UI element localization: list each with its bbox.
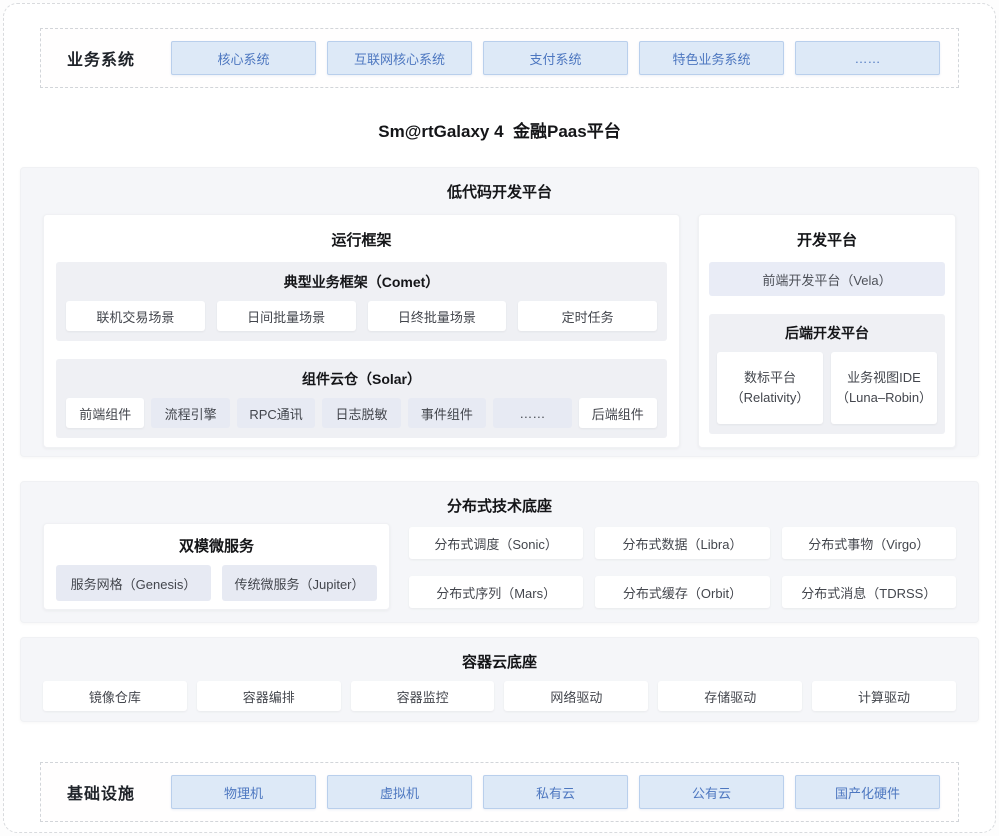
- node-business-view-ide-luna-robin: 业务视图IDE （Luna–Robin）: [831, 352, 937, 424]
- low-code-body: 运行框架 典型业务框架（Comet） 联机交易场景 日间批量场景 日终批量场景 …: [21, 202, 978, 448]
- architecture-diagram: 业务系统 核心系统 互联网核心系统 支付系统 特色业务系统 …… Sm@rtGa…: [3, 3, 996, 833]
- node-event-component: 事件组件: [408, 398, 486, 428]
- infrastructure-items: 物理机 虚拟机 私有云 公有云 国产化硬件: [171, 775, 940, 809]
- dev-platform-title: 开发平台: [699, 215, 955, 262]
- node-distributed-data-libra: 分布式数据（Libra）: [595, 527, 769, 559]
- business-systems-label: 业务系统: [67, 46, 145, 70]
- node-name: 业务视图IDE: [847, 368, 921, 388]
- node-public-cloud: 公有云: [639, 775, 784, 809]
- dual-mode-items: 服务网格（Genesis） 传统微服务（Jupiter）: [44, 565, 389, 601]
- comet-framework-box: 典型业务框架（Comet） 联机交易场景 日间批量场景 日终批量场景 定时任务: [56, 262, 667, 341]
- container-cloud-title: 容器云底座: [21, 638, 978, 672]
- node-image-registry: 镜像仓库: [43, 681, 187, 711]
- distributed-base-title: 分布式技术底座: [21, 482, 978, 516]
- node-backend-component: 后端组件: [579, 398, 657, 428]
- node-rpc-communication: RPC通讯: [237, 398, 315, 428]
- node-solar-ellipsis: ……: [493, 398, 571, 428]
- low-code-platform-section: 低代码开发平台 运行框架 典型业务框架（Comet） 联机交易场景 日间批量场景…: [20, 167, 979, 457]
- backend-dev-items: 数标平台 （Relativity） 业务视图IDE （Luna–Robin）: [717, 352, 937, 424]
- node-distributed-transaction-virgo: 分布式事物（Virgo）: [782, 527, 956, 559]
- node-frontend-component: 前端组件: [66, 398, 144, 428]
- infrastructure-label: 基础设施: [67, 780, 145, 804]
- comet-framework-title: 典型业务框架（Comet）: [66, 267, 657, 301]
- backend-dev-platform-box: 后端开发平台 数标平台 （Relativity） 业务视图IDE （Luna–R…: [709, 314, 945, 434]
- dev-platform-box: 开发平台 前端开发平台（Vela） 后端开发平台 数标平台 （Relativit…: [698, 214, 956, 448]
- dual-mode-microservice-box: 双模微服务 服务网格（Genesis） 传统微服务（Jupiter）: [43, 523, 390, 610]
- node-special-business-system: 特色业务系统: [639, 41, 784, 75]
- node-distributed-scheduling-sonic: 分布式调度（Sonic）: [409, 527, 583, 559]
- node-compute-driver: 计算驱动: [812, 681, 956, 711]
- infrastructure-row: 基础设施 物理机 虚拟机 私有云 公有云 国产化硬件: [40, 762, 959, 822]
- node-domestic-hardware: 国产化硬件: [795, 775, 940, 809]
- node-physical-machine: 物理机: [171, 775, 316, 809]
- node-virtual-machine: 虚拟机: [327, 775, 472, 809]
- node-traditional-microservice-jupiter: 传统微服务（Jupiter）: [222, 565, 377, 601]
- platform-title: Sm@rtGalaxy 4 金融Paas平台: [4, 117, 995, 142]
- node-log-masking: 日志脱敏: [322, 398, 400, 428]
- low-code-platform-title: 低代码开发平台: [21, 168, 978, 202]
- node-network-driver: 网络驱动: [504, 681, 648, 711]
- node-process-engine: 流程引擎: [151, 398, 229, 428]
- node-storage-driver: 存储驱动: [658, 681, 802, 711]
- node-daytime-batch-scene: 日间批量场景: [217, 301, 356, 331]
- node-scheduled-task: 定时任务: [518, 301, 657, 331]
- runtime-framework-title: 运行框架: [44, 215, 679, 262]
- node-frontend-dev-platform-vela: 前端开发平台（Vela）: [709, 262, 945, 296]
- solar-items: 前端组件 流程引擎 RPC通讯 日志脱敏 事件组件 …… 后端组件: [66, 398, 657, 428]
- node-internet-core-system: 互联网核心系统: [327, 41, 472, 75]
- node-distributed-cache-orbit: 分布式缓存（Orbit）: [595, 576, 769, 608]
- comet-items: 联机交易场景 日间批量场景 日终批量场景 定时任务: [66, 301, 657, 331]
- container-cloud-section: 容器云底座 镜像仓库 容器编排 容器监控 网络驱动 存储驱动 计算驱动: [20, 637, 979, 722]
- solar-warehouse-box: 组件云仓（Solar） 前端组件 流程引擎 RPC通讯 日志脱敏 事件组件 ………: [56, 359, 667, 438]
- node-private-cloud: 私有云: [483, 775, 628, 809]
- distributed-base-section: 分布式技术底座 双模微服务 服务网格（Genesis） 传统微服务（Jupite…: [20, 481, 979, 623]
- node-container-orchestration: 容器编排: [197, 681, 341, 711]
- distributed-services-grid: 分布式调度（Sonic） 分布式数据（Libra） 分布式事物（Virgo） 分…: [409, 523, 956, 610]
- container-cloud-items: 镜像仓库 容器编排 容器监控 网络驱动 存储驱动 计算驱动: [21, 672, 978, 711]
- node-name: 数标平台: [744, 368, 796, 388]
- node-code: （Luna–Robin）: [836, 388, 932, 408]
- solar-warehouse-title: 组件云仓（Solar）: [66, 364, 657, 398]
- node-online-trading-scene: 联机交易场景: [66, 301, 205, 331]
- node-payment-system: 支付系统: [483, 41, 628, 75]
- node-business-ellipsis: ……: [795, 41, 940, 75]
- node-code: （Relativity）: [731, 388, 810, 408]
- distributed-body: 双模微服务 服务网格（Genesis） 传统微服务（Jupiter） 分布式调度…: [21, 516, 978, 610]
- node-endofday-batch-scene: 日终批量场景: [368, 301, 507, 331]
- node-distributed-sequence-mars: 分布式序列（Mars）: [409, 576, 583, 608]
- runtime-framework-box: 运行框架 典型业务框架（Comet） 联机交易场景 日间批量场景 日终批量场景 …: [43, 214, 680, 448]
- backend-dev-platform-title: 后端开发平台: [717, 318, 937, 352]
- node-core-system: 核心系统: [171, 41, 316, 75]
- node-distributed-message-tdrss: 分布式消息（TDRSS）: [782, 576, 956, 608]
- node-data-standard-platform-relativity: 数标平台 （Relativity）: [717, 352, 823, 424]
- business-systems-row: 业务系统 核心系统 互联网核心系统 支付系统 特色业务系统 ……: [40, 28, 959, 88]
- business-systems-items: 核心系统 互联网核心系统 支付系统 特色业务系统 ……: [171, 41, 940, 75]
- node-container-monitoring: 容器监控: [351, 681, 495, 711]
- node-service-mesh-genesis: 服务网格（Genesis）: [56, 565, 211, 601]
- dual-mode-title: 双模微服务: [44, 524, 389, 565]
